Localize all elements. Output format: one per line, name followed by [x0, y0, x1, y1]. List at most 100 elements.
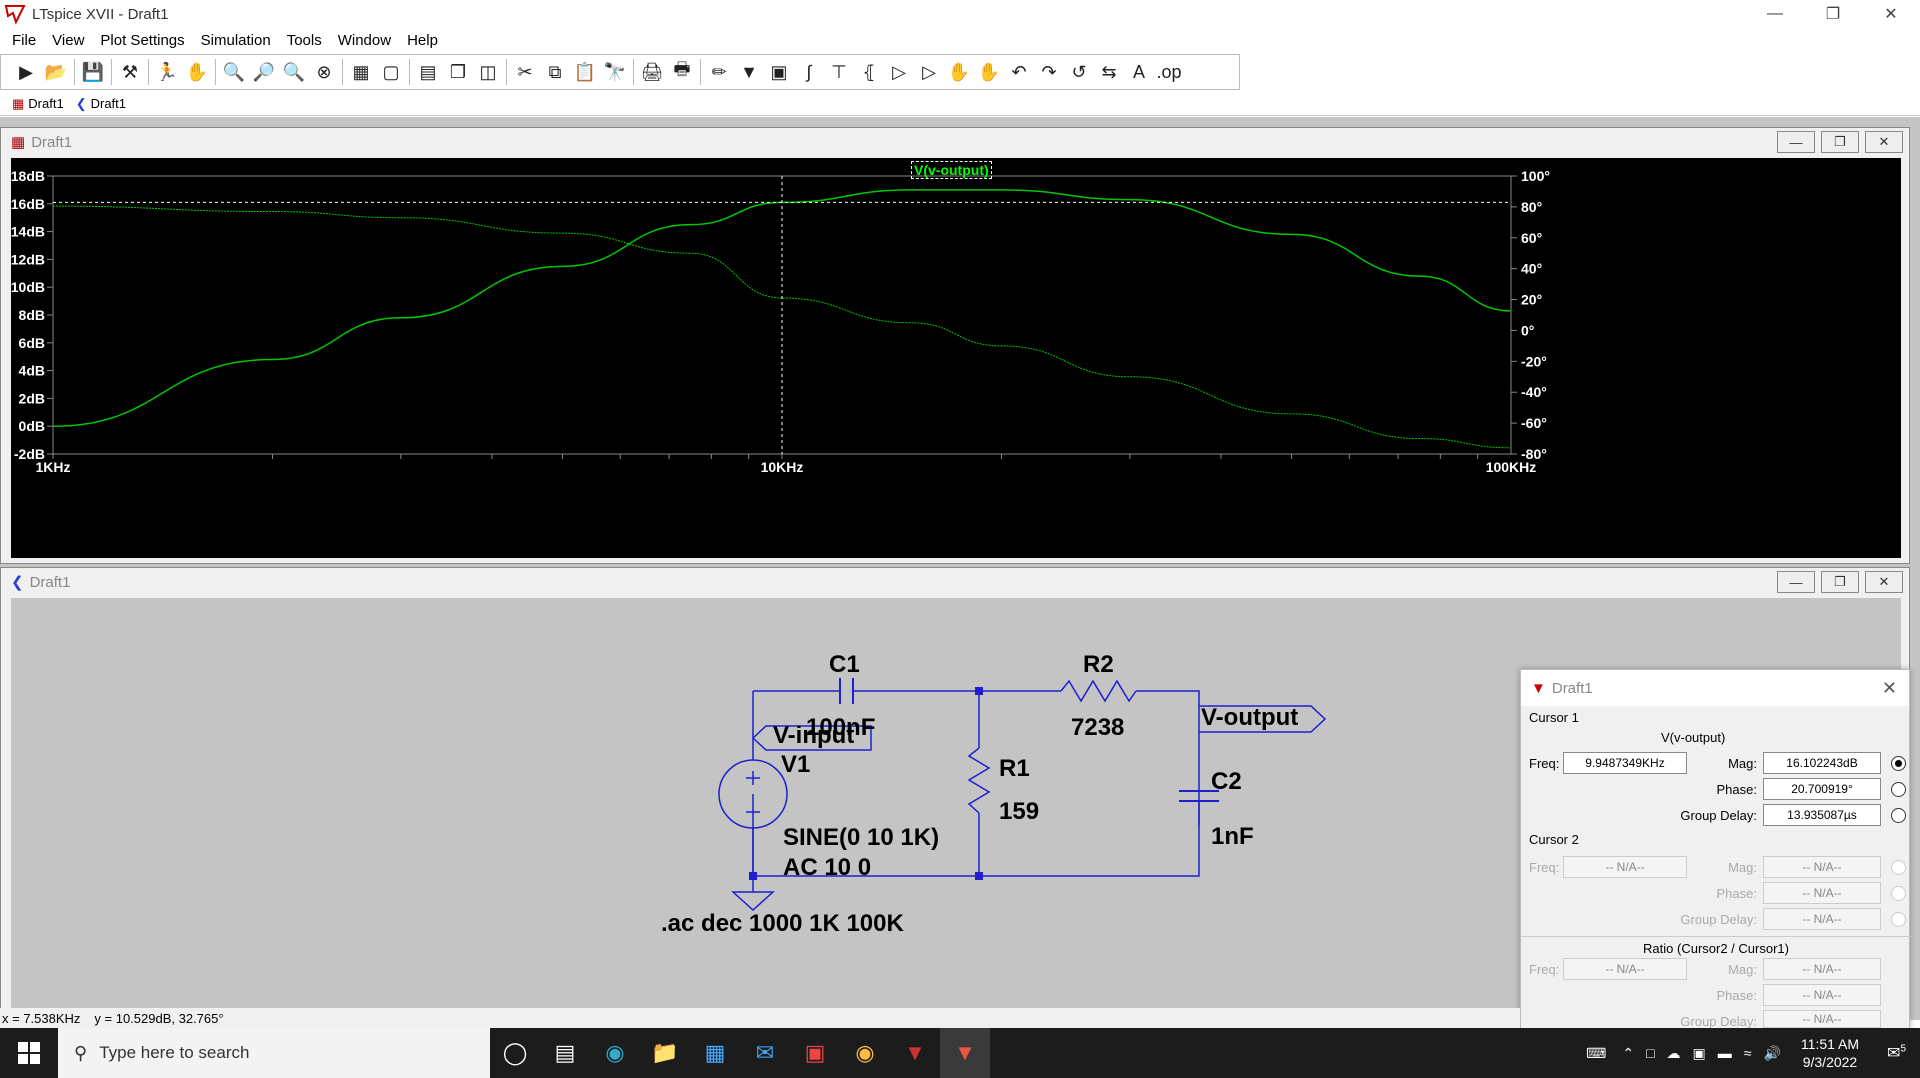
find-icon[interactable]: 🔭: [600, 57, 630, 87]
menu-file[interactable]: File: [12, 32, 36, 49]
save-icon[interactable]: 💾: [78, 57, 108, 87]
ground-icon[interactable]: ▼: [734, 57, 764, 87]
plot-svg[interactable]: 18dB16dB14dB12dB10dB8dB6dB4dB2dB0dB-2dB1…: [11, 158, 1901, 558]
ltspice-taskbar-icon[interactable]: ▼: [890, 1028, 940, 1078]
halt-icon[interactable]: ✋: [182, 57, 212, 87]
resistor-icon[interactable]: ∫: [794, 57, 824, 87]
cortana-icon[interactable]: ◯: [490, 1028, 540, 1078]
wifi-icon[interactable]: ≈: [1744, 1045, 1752, 1061]
print-icon[interactable]: 🖶: [667, 57, 697, 87]
child-close-button[interactable]: ✕: [1865, 571, 1903, 593]
undo-icon[interactable]: ↶: [1004, 57, 1034, 87]
menu-help[interactable]: Help: [407, 32, 438, 49]
new-schematic-icon[interactable]: ▶: [11, 57, 41, 87]
open-icon[interactable]: 📂: [41, 57, 71, 87]
cursor1-gd-field[interactable]: 13.935087µs: [1763, 804, 1881, 826]
minimize-button[interactable]: —: [1746, 0, 1804, 28]
c2-value[interactable]: 1nF: [1211, 823, 1254, 851]
paste-icon[interactable]: 📋: [570, 57, 600, 87]
child-minimize-button[interactable]: —: [1777, 131, 1815, 153]
net-label-input[interactable]: V-input: [773, 722, 854, 750]
run-icon[interactable]: 🏃: [152, 57, 182, 87]
c1-ref[interactable]: C1: [829, 651, 860, 679]
cursor1-mag-field[interactable]: 16.102243dB: [1763, 752, 1881, 774]
r2-value[interactable]: 7238: [1071, 714, 1124, 742]
tab-plot[interactable]: ▦ Draft1: [6, 94, 70, 114]
spice-directive-icon[interactable]: .op: [1154, 57, 1184, 87]
battery-icon[interactable]: ▬: [1718, 1045, 1732, 1061]
volume-icon[interactable]: 🔊: [1763, 1045, 1780, 1062]
chevron-up-icon[interactable]: ⌃: [1622, 1045, 1634, 1062]
control-panel-icon[interactable]: ⚒: [115, 57, 145, 87]
edge-icon[interactable]: ◉: [590, 1028, 640, 1078]
child-minimize-button[interactable]: —: [1777, 571, 1815, 593]
close-button[interactable]: ✕: [1862, 0, 1920, 28]
keyboard-icon[interactable]: ⌨: [1586, 1045, 1606, 1062]
office-icon[interactable]: ▣: [790, 1028, 840, 1078]
mirror-icon[interactable]: ⇆: [1094, 57, 1124, 87]
cascade-icon[interactable]: ❐: [443, 57, 473, 87]
move-icon[interactable]: ✋: [944, 57, 974, 87]
text-icon[interactable]: A: [1124, 57, 1154, 87]
taskbar-search[interactable]: ⚲ Type here to search: [58, 1028, 490, 1078]
spice-directive[interactable]: .ac dec 1000 1K 100K: [661, 910, 904, 938]
capacitor-icon[interactable]: ⊤: [824, 57, 854, 87]
drag-icon[interactable]: ✋: [974, 57, 1004, 87]
tab-schematic[interactable]: ❮ Draft1: [70, 94, 132, 114]
phase-radio[interactable]: [1891, 782, 1906, 797]
copy-icon[interactable]: ⧉: [540, 57, 570, 87]
menu-window[interactable]: Window: [338, 32, 391, 49]
clock[interactable]: 11:51 AM 9/3/2022: [1801, 1035, 1859, 1071]
draw-wire-icon[interactable]: ✏: [704, 57, 734, 87]
rotate-icon[interactable]: ↺: [1064, 57, 1094, 87]
print-setup-icon[interactable]: 🖨: [637, 57, 667, 87]
manual-limits-icon[interactable]: ▢: [376, 57, 406, 87]
child-restore-button[interactable]: ❐: [1821, 571, 1859, 593]
r2-ref[interactable]: R2: [1083, 651, 1114, 679]
notification-icon[interactable]: ✉5: [1887, 1043, 1906, 1063]
zoom-in-icon[interactable]: 🔍: [219, 57, 249, 87]
mag-radio[interactable]: [1891, 756, 1906, 771]
security-icon[interactable]: ▣: [1693, 1045, 1706, 1062]
v1-ref[interactable]: V1: [781, 751, 810, 779]
net-label-output[interactable]: V-output: [1201, 704, 1298, 732]
tile-horizontal-icon[interactable]: ▤: [413, 57, 443, 87]
label-net-icon[interactable]: ▣: [764, 57, 794, 87]
menu-simulation[interactable]: Simulation: [201, 32, 271, 49]
cut-icon[interactable]: ✂: [510, 57, 540, 87]
diode-icon[interactable]: ▷: [884, 57, 914, 87]
file-explorer-icon[interactable]: 📁: [640, 1028, 690, 1078]
restore-button[interactable]: ❐: [1804, 0, 1862, 28]
zoom-fit-icon[interactable]: ⊗: [309, 57, 339, 87]
tile-vertical-icon[interactable]: ◫: [473, 57, 503, 87]
chrome-icon[interactable]: ◉: [840, 1028, 890, 1078]
ltspice-active-icon[interactable]: ▼: [940, 1028, 990, 1078]
plot-pane[interactable]: 18dB 16dB 14dB 12dB 10dB 8dB 6dB 4dB 2dB 0dB -2dB 1…: [11, 158, 1901, 558]
r1-ref[interactable]: R1: [999, 755, 1030, 783]
pan-icon[interactable]: 🔎: [249, 57, 279, 87]
autorange-icon[interactable]: ▦: [346, 57, 376, 87]
zoom-out-icon[interactable]: 🔍: [279, 57, 309, 87]
menu-plot-settings[interactable]: Plot Settings: [100, 32, 184, 49]
mail-icon[interactable]: ✉: [740, 1028, 790, 1078]
store-icon[interactable]: ▦: [690, 1028, 740, 1078]
cursor1-freq-field[interactable]: 9.9487349KHz: [1563, 752, 1687, 774]
cursor1-phase-field[interactable]: 20.700919°: [1763, 778, 1881, 800]
c2-ref[interactable]: C2: [1211, 768, 1242, 796]
menu-tools[interactable]: Tools: [287, 32, 322, 49]
inductor-icon[interactable]: ⦃: [854, 57, 884, 87]
v1-ac-value[interactable]: AC 10 0: [783, 854, 871, 882]
windows-start-button[interactable]: [0, 1028, 58, 1078]
task-view-icon[interactable]: ▤: [540, 1028, 590, 1078]
redo-icon[interactable]: ↷: [1034, 57, 1064, 87]
v1-sine-value[interactable]: SINE(0 10 1K): [783, 824, 939, 852]
r1-value[interactable]: 159: [999, 798, 1039, 826]
close-icon[interactable]: ✕: [1882, 678, 1897, 699]
onedrive-icon[interactable]: ☁: [1667, 1045, 1681, 1062]
child-close-button[interactable]: ✕: [1865, 131, 1903, 153]
child-restore-button[interactable]: ❐: [1821, 131, 1859, 153]
meet-now-icon[interactable]: □: [1646, 1045, 1654, 1061]
trace-label[interactable]: V(v-output): [911, 161, 992, 179]
menu-view[interactable]: View: [52, 32, 84, 49]
group-delay-radio[interactable]: [1891, 808, 1906, 823]
